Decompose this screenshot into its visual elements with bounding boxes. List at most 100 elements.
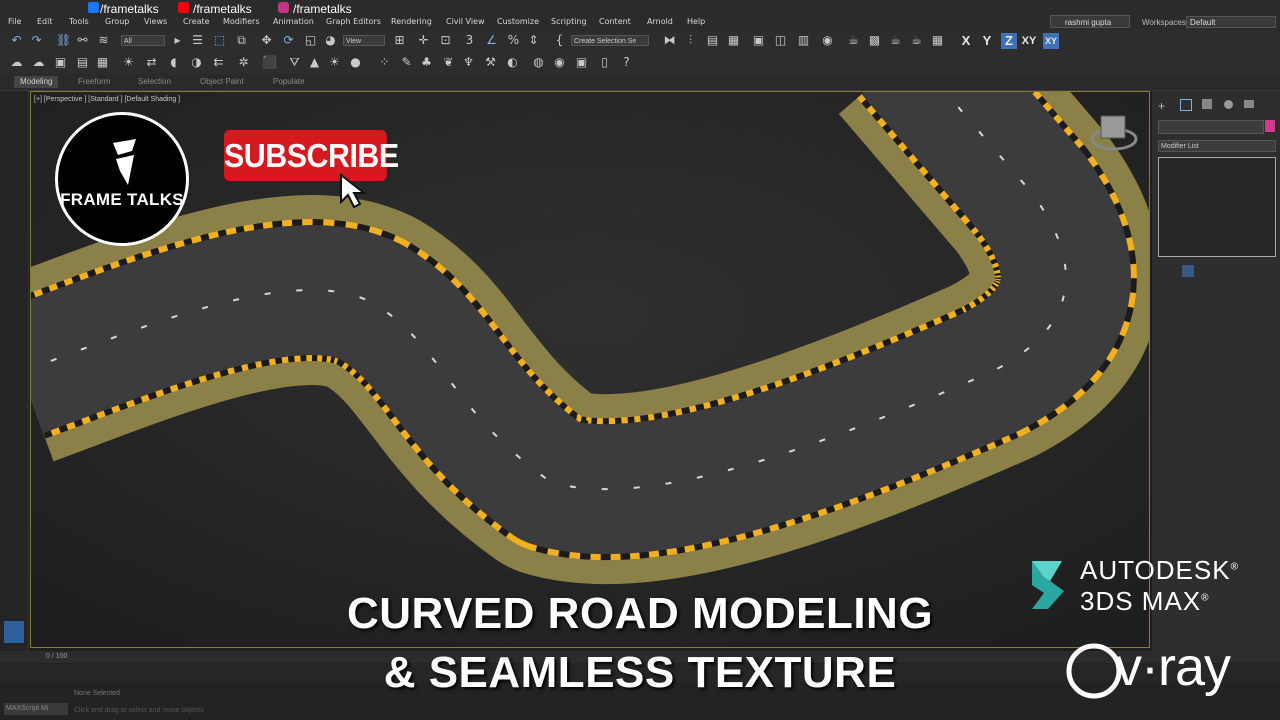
teapot-icon[interactable]: ◖	[167, 56, 180, 69]
gear-icon[interactable]: ✲	[237, 56, 250, 69]
create-tab-icon[interactable]: +	[1158, 99, 1165, 113]
undo-icon[interactable]: ↶	[10, 34, 23, 47]
material-editor-icon[interactable]: ◉	[821, 34, 834, 47]
tree-icon[interactable]: ♣	[420, 56, 433, 69]
object-name-field[interactable]	[1158, 120, 1264, 134]
axis-z-button[interactable]: Z	[1001, 33, 1017, 49]
menu-civil-view[interactable]: Civil View	[446, 17, 485, 26]
render-dot-icon[interactable]: ◉	[553, 56, 566, 69]
shell-icon[interactable]: ◐	[506, 56, 519, 69]
menu-rendering[interactable]: Rendering	[391, 17, 432, 26]
tab-freeform[interactable]: Freeform	[72, 76, 116, 88]
window-icon[interactable]: ▣	[575, 56, 588, 69]
grass-icon[interactable]: ♆	[462, 56, 475, 69]
sun-icon[interactable]: ☀	[328, 56, 341, 69]
table-icon[interactable]: ▤	[76, 56, 89, 69]
tab-modeling[interactable]: Modeling	[14, 76, 59, 88]
perspective-viewport[interactable]	[30, 91, 1150, 648]
maxscript-listener[interactable]: MAXScript Mi	[4, 703, 68, 715]
render-production-icon[interactable]: ☕	[889, 34, 902, 47]
redo-icon[interactable]: ↷	[30, 34, 43, 47]
tape-icon[interactable]: ⇄	[145, 56, 158, 69]
select-object-icon[interactable]: ▸	[171, 34, 184, 47]
axis-y-button[interactable]: Y	[979, 33, 995, 49]
cloud-icon[interactable]: ☁	[32, 56, 45, 69]
menu-views[interactable]: Views	[144, 17, 167, 26]
render-cloud-icon[interactable]: ▦	[931, 34, 944, 47]
object-color-swatch[interactable]	[1265, 120, 1275, 132]
motion-tab-icon[interactable]	[1224, 100, 1233, 109]
workspace-select[interactable]: Default	[1186, 16, 1276, 28]
toggle-ribbon-icon[interactable]: ▣	[752, 34, 765, 47]
pivot-center-icon[interactable]: ⊞	[393, 34, 406, 47]
angle-snap-icon[interactable]: ∠	[485, 34, 498, 47]
unlink-icon[interactable]: ⚯	[76, 34, 89, 47]
keyboard-shortcut-icon[interactable]: ⊡	[439, 34, 452, 47]
tab-populate[interactable]: Populate	[267, 76, 311, 88]
menu-scripting[interactable]: Scripting	[551, 17, 587, 26]
render-iterative-icon[interactable]: ☕	[910, 34, 923, 47]
grid-icon[interactable]: ▦	[96, 56, 109, 69]
menu-group[interactable]: Group	[105, 17, 129, 26]
menu-create[interactable]: Create	[183, 17, 210, 26]
chair-icon[interactable]: ⚒	[484, 56, 497, 69]
globe-icon[interactable]: ◍	[532, 56, 545, 69]
arrow-icon[interactable]: ⇇	[212, 56, 225, 69]
select-by-name-icon[interactable]: ☰	[191, 34, 204, 47]
render-setup-icon[interactable]: ☕	[847, 34, 860, 47]
lock-icon[interactable]: ▯	[598, 56, 611, 69]
menu-customize[interactable]: Customize	[497, 17, 539, 26]
rendered-frame-icon[interactable]: ▩	[868, 34, 881, 47]
link-icon[interactable]: ⛓	[56, 34, 71, 47]
viewport-layout-icon[interactable]	[4, 621, 24, 643]
menu-animation[interactable]: Animation	[273, 17, 314, 26]
snaps-toggle-icon[interactable]: 3	[463, 34, 476, 47]
scene-explorer-icon[interactable]: ▤	[706, 34, 719, 47]
user-account-dropdown[interactable]: rashmi gupta	[1050, 15, 1130, 28]
pyramid-icon[interactable]: ▲	[308, 56, 321, 69]
selection-filter-dropdown[interactable]: All	[121, 35, 165, 46]
bulb-icon[interactable]: ☀	[122, 56, 135, 69]
menu-help[interactable]: Help	[687, 17, 705, 26]
viewport-icon[interactable]: ☁	[10, 56, 23, 69]
plant-icon[interactable]: ❦	[442, 56, 455, 69]
bind-spacewarp-icon[interactable]: ≋	[97, 34, 110, 47]
menu-file[interactable]: File	[8, 17, 21, 26]
spinner-snap-icon[interactable]: ⇕	[527, 34, 540, 47]
help-icon[interactable]: ?	[620, 56, 633, 69]
schematic-view-icon[interactable]: ▥	[797, 34, 810, 47]
menu-graph-editors[interactable]: Graph Editors	[326, 17, 381, 26]
scale-icon[interactable]: ◱	[304, 34, 317, 47]
modifier-list-dropdown[interactable]: Modifier List	[1158, 140, 1276, 152]
image-icon[interactable]: ▣	[54, 56, 67, 69]
sphere-icon[interactable]: ●	[349, 56, 362, 69]
layer-explorer-icon[interactable]: ▦	[727, 34, 740, 47]
percent-snap-icon[interactable]: %	[507, 34, 520, 47]
reference-coord-dropdown[interactable]: View	[343, 35, 385, 46]
place-icon[interactable]: ◕	[324, 34, 337, 47]
menu-arnold[interactable]: Arnold	[647, 17, 673, 26]
menu-content[interactable]: Content	[599, 17, 631, 26]
hierarchy-tab-icon[interactable]	[1202, 99, 1212, 109]
sound-icon[interactable]: ◑	[190, 56, 203, 69]
axis-xy-cycle-button[interactable]: XY	[1043, 33, 1059, 49]
select-manipulate-icon[interactable]: ✛	[417, 34, 430, 47]
axis-xy-button[interactable]: XY	[1021, 33, 1037, 49]
menu-edit[interactable]: Edit	[37, 17, 53, 26]
display-tab-icon[interactable]	[1244, 100, 1254, 108]
menu-tools[interactable]: Tools	[69, 17, 89, 26]
align-icon[interactable]: ⫶	[684, 34, 697, 47]
rect-select-icon[interactable]: ⬚	[213, 34, 226, 47]
move-icon[interactable]: ✥	[260, 34, 273, 47]
viewport-label[interactable]: [+] [Perspective ] [Standard ] [Default …	[34, 96, 180, 103]
axis-x-button[interactable]: X	[958, 33, 974, 49]
modify-tab-icon[interactable]	[1180, 99, 1192, 111]
cone-icon[interactable]: ⛛	[288, 56, 301, 69]
edit-named-selection-icon[interactable]: {	[553, 34, 566, 47]
box-icon[interactable]: ⬛	[262, 56, 277, 69]
mirror-icon[interactable]: ⧓	[663, 34, 676, 47]
rotate-icon[interactable]: ⟳	[282, 34, 295, 47]
paint-icon[interactable]: ✎	[400, 56, 413, 69]
pin-stack-icon[interactable]	[1182, 265, 1194, 277]
named-selection-sets-dropdown[interactable]: Create Selection Se	[571, 35, 649, 46]
